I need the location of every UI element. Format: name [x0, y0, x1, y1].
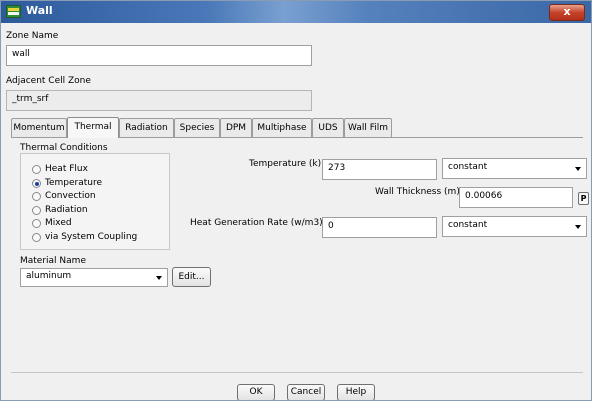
- ok-button[interactable]: OK: [237, 384, 275, 400]
- temperature-method-dropdown[interactable]: constant: [442, 158, 587, 179]
- adjacent-cell-zone-label: Adjacent Cell Zone: [6, 76, 91, 86]
- close-icon: x: [563, 5, 571, 18]
- wall-thickness-label: Wall Thickness (m): [375, 187, 460, 197]
- radio-button[interactable]: [32, 206, 41, 215]
- heat-generation-input[interactable]: 0: [322, 217, 437, 238]
- parameter-button[interactable]: P: [578, 192, 589, 205]
- wall-dialog: Wall x Zone Name wall Adjacent Cell Zone…: [0, 0, 592, 401]
- wall-thickness-input[interactable]: 0.00066: [459, 187, 573, 208]
- temperature-label: Temperature (k): [249, 159, 322, 169]
- heat-generation-method-value: constant: [448, 220, 488, 230]
- help-button[interactable]: Help: [337, 384, 375, 400]
- tab-thermal[interactable]: Thermal: [67, 117, 119, 138]
- heat-generation-method-dropdown[interactable]: constant: [442, 216, 587, 237]
- radio-button[interactable]: [32, 233, 41, 242]
- cancel-button[interactable]: Cancel: [287, 384, 325, 400]
- title-bar[interactable]: Wall x: [1, 1, 591, 23]
- material-name-label: Material Name: [20, 256, 86, 266]
- radio-button[interactable]: [32, 219, 41, 228]
- chevron-down-icon: [575, 225, 581, 229]
- app-icon: [6, 5, 21, 18]
- temperature-method-value: constant: [448, 162, 488, 172]
- window-title: Wall: [26, 4, 53, 17]
- tab-wall-film[interactable]: Wall Film: [344, 118, 392, 137]
- radio-button[interactable]: [32, 165, 41, 174]
- zone-name-label: Zone Name: [6, 31, 59, 41]
- radio-button-selected[interactable]: [32, 179, 41, 188]
- close-button[interactable]: x: [549, 4, 585, 21]
- chevron-down-icon: [575, 167, 581, 171]
- temperature-input[interactable]: 273: [322, 159, 437, 180]
- tab-radiation[interactable]: Radiation: [119, 118, 174, 137]
- tab-species[interactable]: Species: [174, 118, 220, 137]
- adjacent-cell-zone-field: _trm_srf: [6, 90, 312, 111]
- divider: [11, 372, 583, 373]
- radio-button[interactable]: [32, 192, 41, 201]
- tab-uds[interactable]: UDS: [312, 118, 344, 137]
- tab-multiphase[interactable]: Multiphase: [252, 118, 312, 137]
- tab-dpm[interactable]: DPM: [220, 118, 252, 137]
- thermal-conditions-label: Thermal Conditions: [20, 143, 108, 153]
- edit-material-button[interactable]: Edit...: [172, 267, 211, 287]
- material-name-value: aluminum: [26, 271, 72, 281]
- chevron-down-icon: [156, 276, 162, 280]
- heat-generation-label: Heat Generation Rate (w/m3): [190, 218, 323, 228]
- material-name-dropdown[interactable]: aluminum: [20, 268, 168, 287]
- tab-momentum[interactable]: Momentum: [11, 118, 67, 137]
- zone-name-input[interactable]: wall: [6, 45, 312, 66]
